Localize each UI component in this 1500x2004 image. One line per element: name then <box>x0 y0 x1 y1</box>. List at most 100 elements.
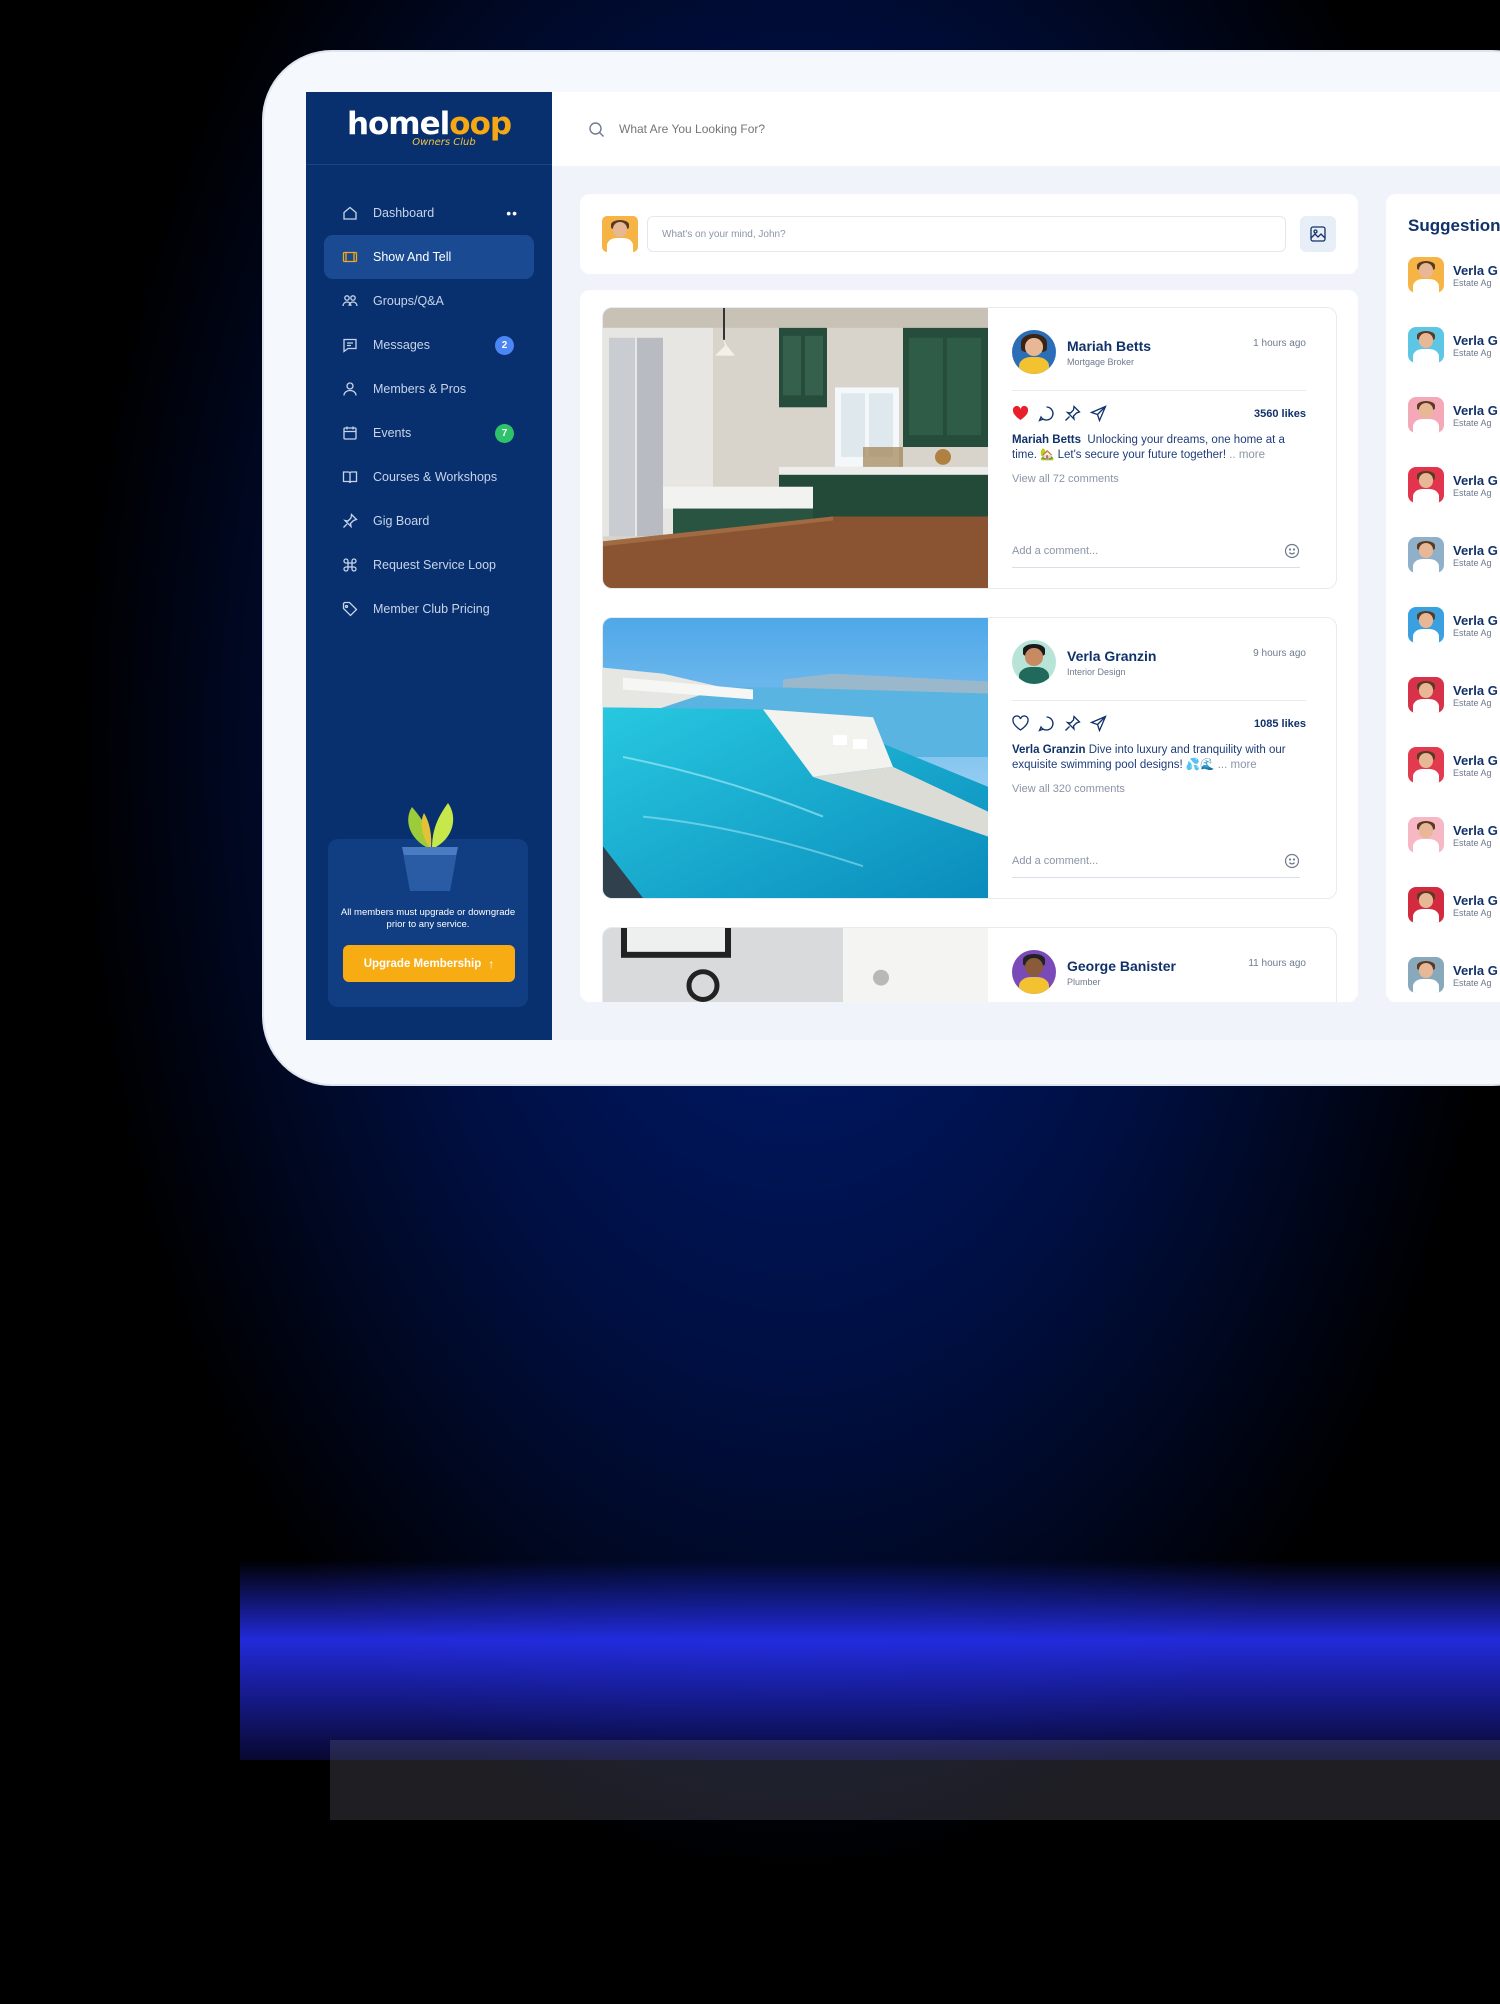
suggestion-name[interactable]: Verla G <box>1453 683 1498 698</box>
backdrop-shadow <box>330 1740 1500 1820</box>
search-input[interactable] <box>619 122 1019 136</box>
suggestion-role: Estate Ag <box>1453 277 1492 288</box>
send-icon[interactable] <box>1090 715 1107 732</box>
suggestion-item[interactable]: Verla G Estate Ag <box>1408 596 1500 654</box>
pin-icon[interactable] <box>1064 405 1081 422</box>
post-details: Verla Granzin Interior Design 9 hours ag… <box>988 618 1336 898</box>
suggestion-name[interactable]: Verla G <box>1453 263 1498 278</box>
post-time: 1 hours ago <box>1253 338 1306 349</box>
sidebar-item-show-and-tell[interactable]: Show And Tell <box>324 235 534 279</box>
suggestion-item[interactable]: Verla G Estate Ag <box>1408 526 1500 584</box>
post-photo-bathroom[interactable] <box>603 928 988 1002</box>
suggestion-role: Estate Ag <box>1453 767 1492 778</box>
comment-icon[interactable] <box>1038 405 1055 422</box>
suggestion-name[interactable]: Verla G <box>1453 543 1498 558</box>
add-image-button[interactable] <box>1300 216 1336 252</box>
suggestion-item[interactable]: Verla G Estate Ag <box>1408 946 1500 1002</box>
post-actions: 3560 likes <box>1012 405 1306 422</box>
author-role: Plumber <box>1067 976 1101 987</box>
more-link[interactable]: .. more <box>1229 449 1265 461</box>
avatar[interactable] <box>1012 330 1056 374</box>
sidebar-item-gig-board[interactable]: Gig Board <box>324 499 534 543</box>
avatar[interactable] <box>1408 817 1444 853</box>
view-comments-link[interactable]: View all 320 comments <box>1012 783 1306 795</box>
sidebar-item-courses[interactable]: Courses & Workshops <box>324 455 534 499</box>
emoji-icon[interactable] <box>1284 543 1300 559</box>
avatar[interactable] <box>1408 677 1444 713</box>
sidebar-item-label: Request Service Loop <box>373 558 496 572</box>
suggestion-name[interactable]: Verla G <box>1453 403 1498 418</box>
avatar[interactable] <box>602 216 638 252</box>
comment-placeholder: Add a comment... <box>1012 545 1099 557</box>
sidebar-item-label: Messages <box>373 338 430 352</box>
backdrop-glow-bottom <box>240 1560 1500 1760</box>
avatar[interactable] <box>1408 397 1444 433</box>
comment-field[interactable]: Add a comment... <box>1012 853 1300 878</box>
sidebar: homeloop Owners Club Dashboard •• Show A… <box>306 92 552 1040</box>
suggestion-item[interactable]: Verla G Estate Ag <box>1408 666 1500 724</box>
search-icon <box>589 121 604 137</box>
sidebar-item-request-service[interactable]: Request Service Loop <box>324 543 534 587</box>
comment-icon[interactable] <box>1038 715 1055 732</box>
caption-author[interactable]: Mariah Betts <box>1012 434 1081 446</box>
calendar-icon <box>343 426 357 440</box>
suggestion-name[interactable]: Verla G <box>1453 893 1498 908</box>
sidebar-item-events[interactable]: Events 7 <box>324 411 534 455</box>
send-icon[interactable] <box>1090 405 1107 422</box>
avatar[interactable] <box>1408 957 1444 993</box>
comment-placeholder: Add a comment... <box>1012 855 1099 867</box>
upgrade-membership-button[interactable]: Upgrade Membership ↑ <box>343 945 515 982</box>
suggestion-item[interactable]: Verla G Estate Ag <box>1408 806 1500 864</box>
suggestion-name[interactable]: Verla G <box>1453 473 1498 488</box>
sidebar-item-label: Courses & Workshops <box>373 470 498 484</box>
sidebar-item-pricing[interactable]: Member Club Pricing <box>324 587 534 631</box>
post-photo-kitchen[interactable] <box>603 308 988 588</box>
suggestion-role: Estate Ag <box>1453 417 1492 428</box>
suggestion-item[interactable]: Verla G Estate Ag <box>1408 456 1500 514</box>
suggestion-name[interactable]: Verla G <box>1453 333 1498 348</box>
composer-input[interactable]: What's on your mind, John? <box>647 216 1286 252</box>
suggestion-role: Estate Ag <box>1453 347 1492 358</box>
suggestion-name[interactable]: Verla G <box>1453 613 1498 628</box>
sidebar-item-groups[interactable]: Groups/Q&A <box>324 279 534 323</box>
pin-icon[interactable] <box>1064 715 1081 732</box>
dots-icon[interactable]: •• <box>506 205 518 221</box>
avatar[interactable] <box>1408 607 1444 643</box>
suggestion-name[interactable]: Verla G <box>1453 963 1498 978</box>
sidebar-item-label: Gig Board <box>373 514 430 528</box>
avatar[interactable] <box>1408 747 1444 783</box>
suggestion-item[interactable]: Verla G Estate Ag <box>1408 386 1500 444</box>
sidebar-item-messages[interactable]: Messages 2 <box>324 323 534 367</box>
view-comments-link[interactable]: View all 72 comments <box>1012 473 1306 485</box>
suggestion-name[interactable]: Verla G <box>1453 823 1498 838</box>
post-author: George Banister Plumber 11 hours ago <box>1012 950 1306 994</box>
avatar[interactable] <box>1012 950 1056 994</box>
heart-icon[interactable] <box>1012 715 1029 732</box>
suggestion-name[interactable]: Verla G <box>1453 753 1498 768</box>
sidebar-nav: Dashboard •• Show And Tell Groups/Q&A Me… <box>306 165 552 631</box>
author-name[interactable]: Verla Granzin <box>1067 648 1156 664</box>
avatar[interactable] <box>1408 327 1444 363</box>
logo[interactable]: homeloop Owners Club <box>306 92 552 165</box>
suggestion-item[interactable]: Verla G Estate Ag <box>1408 736 1500 794</box>
comment-field[interactable]: Add a comment... <box>1012 543 1300 568</box>
suggestion-item[interactable]: Verla G Estate Ag <box>1408 316 1500 374</box>
more-link[interactable]: ... more <box>1218 759 1257 771</box>
post-photo-pool[interactable] <box>603 618 988 898</box>
sidebar-item-dashboard[interactable]: Dashboard •• <box>324 191 534 235</box>
suggestion-item[interactable]: Verla G Estate Ag <box>1408 246 1500 304</box>
heart-filled-icon[interactable] <box>1012 405 1029 422</box>
emoji-icon[interactable] <box>1284 853 1300 869</box>
author-name[interactable]: George Banister <box>1067 958 1176 974</box>
avatar[interactable] <box>1408 467 1444 503</box>
events-badge: 7 <box>495 423 514 443</box>
author-role: Mortgage Broker <box>1067 356 1135 367</box>
avatar[interactable] <box>1408 257 1444 293</box>
author-name[interactable]: Mariah Betts <box>1067 338 1151 354</box>
avatar[interactable] <box>1408 537 1444 573</box>
suggestion-item[interactable]: Verla G Estate Ag <box>1408 876 1500 934</box>
sidebar-item-members[interactable]: Members & Pros <box>324 367 534 411</box>
avatar[interactable] <box>1012 640 1056 684</box>
avatar[interactable] <box>1408 887 1444 923</box>
caption-author[interactable]: Verla Granzin <box>1012 744 1086 756</box>
